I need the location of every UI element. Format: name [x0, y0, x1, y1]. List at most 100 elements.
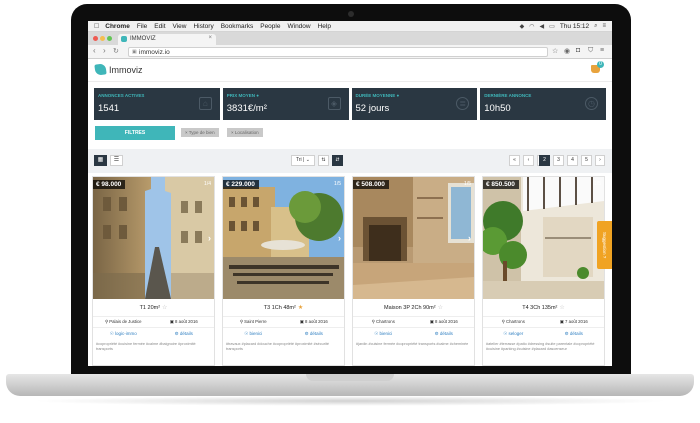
- page-3[interactable]: 3: [553, 155, 564, 166]
- chrome-menu-icon[interactable]: ≡: [600, 47, 604, 54]
- listing-price: € 229.000: [223, 180, 259, 189]
- listing-card[interactable]: € 229.000 1/5 › T3 1Ch 48m² ★ ⚲ Saint Pie…: [222, 176, 345, 366]
- grid-view-icon[interactable]: ▦: [94, 155, 107, 166]
- sort-desc-icon[interactable]: ⇵: [332, 155, 343, 166]
- page-5[interactable]: 5: [581, 155, 592, 166]
- listing-title[interactable]: T1 20m² ☆: [93, 304, 214, 311]
- next-photo-icon[interactable]: ›: [468, 233, 471, 243]
- menu-history[interactable]: History: [193, 23, 213, 30]
- menu-file[interactable]: File: [137, 23, 147, 30]
- listing-photo[interactable]: € 850.500 1/5 ›: [483, 177, 604, 299]
- chip-location[interactable]: × Localisation: [227, 128, 263, 137]
- details-link[interactable]: ⚙ détails: [154, 328, 215, 339]
- basket-count-badge: 0: [597, 61, 604, 68]
- listing-tags: #atelier #terrasse #patio #dressing #sui…: [486, 342, 595, 351]
- menu-bookmarks[interactable]: Bookmarks: [221, 23, 254, 30]
- stat-active-listings: ANNONCES ACTIVES 1541 ⌂: [94, 88, 220, 120]
- suggestion-tab[interactable]: Suggestion ?: [597, 221, 612, 269]
- atrium-photo: [483, 177, 604, 299]
- stat-value: 10h50: [484, 103, 511, 114]
- details-link[interactable]: ⚙ détails: [284, 328, 345, 339]
- listing-title[interactable]: T3 1Ch 48m² ★: [223, 304, 344, 311]
- listing-meta: ⚲ Palais de Justice ▣ 8 août 2016: [93, 316, 214, 326]
- extension-icon[interactable]: ◉: [564, 47, 570, 55]
- menubar-clock[interactable]: Thu 15:12: [560, 23, 589, 30]
- menu-people[interactable]: People: [260, 23, 280, 30]
- lock-icon: ▣: [132, 49, 137, 55]
- page-2[interactable]: 2: [539, 155, 550, 166]
- close-window-icon[interactable]: [93, 36, 98, 41]
- details-link[interactable]: ⚙ détails: [544, 328, 605, 339]
- minimize-window-icon[interactable]: [100, 36, 105, 41]
- spotlight-icon[interactable]: ⌕: [594, 23, 597, 30]
- url-input[interactable]: ▣ immoviz.io: [128, 47, 548, 57]
- details-link[interactable]: ⚙ détails: [414, 328, 475, 339]
- volume-icon[interactable]: ◀: [540, 23, 545, 30]
- listing-photo[interactable]: € 508.000 1/5 ›: [353, 177, 474, 299]
- clock-icon: ◷: [585, 97, 598, 110]
- listing-actions: ☉ logic-immo ⚙ détails: [93, 327, 214, 339]
- listing-meta: ⚲ Chartrons ▣ 7 août 2016: [483, 316, 604, 326]
- notification-icon[interactable]: ≡: [602, 23, 606, 29]
- listing-actions: ☉ bienici ⚙ détails: [223, 327, 344, 339]
- menubar-status: ◆ ◠ ◀ ▭ Thu 15:12 ⌕ ≡: [520, 23, 606, 30]
- photo-counter: 1/5: [594, 181, 601, 187]
- pocket-icon[interactable]: ◘: [576, 47, 580, 54]
- source-link[interactable]: ☉ seloger: [483, 328, 544, 339]
- chip-property-type[interactable]: × Type de bien: [181, 128, 219, 137]
- url-text: immoviz.io: [139, 49, 170, 56]
- menu-edit[interactable]: Edit: [154, 23, 165, 30]
- list-view-icon[interactable]: ☰: [110, 155, 123, 166]
- maximize-window-icon[interactable]: [107, 36, 112, 41]
- listing-photo[interactable]: € 98.000 1/4 ›: [93, 177, 214, 299]
- source-link[interactable]: ☉ bienici: [223, 328, 284, 339]
- filters-button[interactable]: FILTRES: [95, 126, 175, 140]
- menu-help[interactable]: Help: [318, 23, 331, 30]
- close-tab-icon[interactable]: ×: [208, 35, 212, 41]
- immoviz-logo-icon[interactable]: [94, 63, 107, 76]
- dropbox-icon[interactable]: ◆: [520, 23, 525, 30]
- listing-title-text: T4 3Ch 135m²: [522, 305, 558, 311]
- listing-title-text: Maison 3P 2Ch 90m²: [384, 305, 436, 311]
- listing-price: € 850.500: [483, 180, 519, 189]
- stack-icon: ≣: [456, 97, 470, 110]
- listing-date: ▣ 7 août 2016: [559, 319, 588, 324]
- menu-view[interactable]: View: [173, 23, 187, 30]
- next-photo-icon[interactable]: ›: [208, 233, 211, 243]
- listing-photo[interactable]: € 229.000 1/5 ›: [223, 177, 344, 299]
- source-link[interactable]: ☉ bienici: [353, 328, 414, 339]
- menu-window[interactable]: Window: [287, 23, 310, 30]
- source-link[interactable]: ☉ logic-immo: [93, 328, 154, 339]
- battery-icon[interactable]: ▭: [549, 23, 555, 30]
- listing-title-text: T3 1Ch 48m²: [263, 305, 296, 311]
- browser-tab[interactable]: IMMOVIZ ×: [118, 34, 216, 45]
- page-first[interactable]: «: [509, 155, 520, 166]
- listing-title[interactable]: Maison 3P 2Ch 90m² ☆: [353, 304, 474, 311]
- favorite-star-icon[interactable]: ☆: [162, 305, 167, 311]
- listing-card[interactable]: € 98.000 1/4 › T1 20m² ☆ ⚲ Palais de Just…: [92, 176, 215, 366]
- page-next[interactable]: ›: [595, 155, 605, 166]
- sort-asc-icon[interactable]: ⇅: [318, 155, 329, 166]
- listing-card[interactable]: € 508.000 1/5 › Maison 3P 2Ch 90m² ☆ ⚲ Ch…: [352, 176, 475, 366]
- listing-date: ▣ 8 août 2016: [169, 319, 198, 324]
- next-photo-icon[interactable]: ›: [338, 233, 341, 243]
- forward-icon[interactable]: ›: [103, 46, 106, 55]
- listing-title[interactable]: T4 3Ch 135m² ☆: [483, 304, 604, 311]
- favorite-star-icon[interactable]: ☆: [438, 305, 443, 311]
- shield-icon[interactable]: ⛉: [588, 47, 593, 55]
- apple-icon[interactable]: : [94, 23, 99, 30]
- back-icon[interactable]: ‹: [93, 46, 96, 55]
- sort-select[interactable]: Tri | ⌄: [291, 155, 315, 166]
- wifi-icon[interactable]: ◠: [529, 23, 534, 30]
- listing-card[interactable]: € 850.500 1/5 › T4 3Ch 135m²☆ ⚲ Chartron…: [482, 176, 605, 366]
- reload-icon[interactable]: ↻: [113, 47, 119, 55]
- page-4[interactable]: 4: [567, 155, 578, 166]
- logo-text[interactable]: Immoviz: [109, 65, 143, 75]
- listing-price: € 98.000: [93, 180, 126, 189]
- page-prev[interactable]: ‹: [523, 155, 534, 166]
- favorite-star-icon[interactable]: ☆: [559, 305, 564, 311]
- bookmark-star-icon[interactable]: ☆: [552, 47, 558, 55]
- favorite-star-icon[interactable]: ★: [298, 305, 303, 311]
- menu-app[interactable]: Chrome: [105, 23, 130, 30]
- stat-value: 52 jours: [355, 103, 390, 114]
